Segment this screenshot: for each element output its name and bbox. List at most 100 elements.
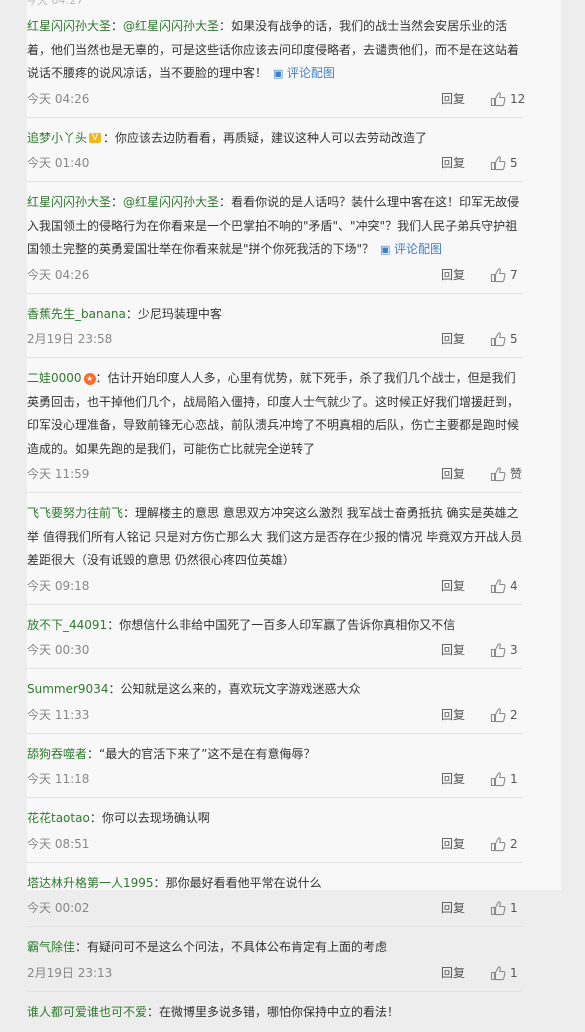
mention-link[interactable]: @红星闪闪孙大圣 xyxy=(123,195,219,209)
comment-meta: 今天 11:59回复赞 xyxy=(27,464,523,484)
thumbs-up-icon[interactable] xyxy=(490,578,506,594)
comment-item: 塔达林升格第一人1995：那你最好看看他平常在说什么今天 00:02回复1 xyxy=(27,863,523,928)
reply-button[interactable]: 回复 xyxy=(441,769,465,789)
comment-meta: 今天 00:30回复3 xyxy=(27,640,523,660)
colon-separator: ： xyxy=(90,811,102,825)
comment-username[interactable]: 舔狗吞噬者 xyxy=(27,747,87,761)
comment-username[interactable]: Summer9034 xyxy=(27,682,108,696)
comment-item: Summer9034：公知就是这么来的，喜欢玩文字游戏迷惑大众今天 11:33 回… xyxy=(27,669,523,734)
comment-text: 在微博里多说多错，哪怕你保持中立的看法！ xyxy=(159,1005,399,1019)
thumbs-up-icon[interactable] xyxy=(490,267,506,283)
reply-button[interactable]: 回复 xyxy=(441,265,465,285)
comment-meta: 2月19日 23:13回复1 xyxy=(27,963,523,983)
reply-button[interactable]: 回复 xyxy=(441,834,465,854)
comment-meta: 今天 11:18回复1 xyxy=(27,769,523,789)
thumbs-up-icon[interactable] xyxy=(490,155,506,171)
comment-username[interactable]: 追梦小丫头 xyxy=(27,131,87,145)
colon-separator: ： xyxy=(219,195,231,209)
comment-body: 二娃0000★：估计开始印度人人多，心里有优势，就下死手，杀了我们几个战士，但是… xyxy=(27,367,523,461)
comment-username[interactable]: 花花taotao xyxy=(27,811,90,825)
view-picture-label: 评论配图 xyxy=(287,66,335,80)
comment-text: 你应该去边防看看，再质疑，建议这种人可以去劳动改造了 xyxy=(115,131,427,145)
picture-icon: ▣ xyxy=(380,243,394,256)
comment-item: 花花taotao：你可以去现场确认啊今天 08:51回复2 xyxy=(27,798,523,863)
thumbs-up-icon[interactable] xyxy=(490,900,506,916)
comment-item: 舔狗吞噬者：“最大的官活下来了”这不是在有意侮辱？今天 11:18回复1 xyxy=(27,734,523,799)
like-count: 4 xyxy=(510,576,538,596)
reply-button[interactable]: 回复 xyxy=(441,640,465,660)
colon-separator: ： xyxy=(75,940,87,954)
comment-time: 2月19日 23:58 xyxy=(27,329,112,349)
comment-body: 飞飞要努力往前飞：理解楼主的意思 意思双方冲突这么激烈 我军战士奋勇抵抗 确实是… xyxy=(27,502,523,573)
comment-list: 红星闪闪孙大圣：@红星闪闪孙大圣：如果没有战争的话，我们的战士当然会安居乐业的活… xyxy=(27,6,523,1032)
comment-username[interactable]: 香蕉先生_banana xyxy=(27,307,126,321)
view-picture-link[interactable]: ▣ 评论配图 xyxy=(273,66,335,80)
comment-username[interactable]: 塔达林升格第一人1995 xyxy=(27,876,154,890)
colon-separator: ： xyxy=(103,131,115,145)
thumbs-up-icon[interactable] xyxy=(490,965,506,981)
colon-separator: ： xyxy=(111,195,123,209)
reply-button[interactable]: 回复 xyxy=(441,576,465,596)
thumbs-up-icon[interactable] xyxy=(490,466,506,482)
comment-item: 霸气除佳：有疑问可不是这么个问法，不具体公布肯定有上面的考虑 2月19日 23:1… xyxy=(27,927,523,992)
comment-body: 霸气除佳：有疑问可不是这么个问法，不具体公布肯定有上面的考虑 xyxy=(27,936,523,960)
comment-item: 谁人都可爱谁也可不爱：在微博里多说多错，哪怕你保持中立的看法！ xyxy=(27,992,523,1032)
colon-separator: ： xyxy=(126,307,138,321)
comment-username[interactable]: 飞飞要努力往前飞 xyxy=(27,506,123,520)
comment-username[interactable]: 谁人都可爱谁也可不爱 xyxy=(27,1005,147,1019)
comment-body: Summer9034：公知就是这么来的，喜欢玩文字游戏迷惑大众 xyxy=(27,678,523,702)
comment-meta: 今天 04:26回复12 xyxy=(27,89,523,109)
comment-username[interactable]: 霸气除佳 xyxy=(27,940,75,954)
comment-body: 塔达林升格第一人1995：那你最好看看他平常在说什么 xyxy=(27,872,523,896)
colon-separator: ： xyxy=(111,19,123,33)
thumbs-up-icon[interactable] xyxy=(490,707,506,723)
reply-button[interactable]: 回复 xyxy=(441,898,465,918)
comment-text: 有疑问可不是这么个问法，不具体公布肯定有上面的考虑 xyxy=(87,940,387,954)
comment-time: 今天 00:02 xyxy=(27,898,89,918)
thumbs-up-icon[interactable] xyxy=(490,642,506,658)
like-count: 5 xyxy=(510,153,538,173)
comment-text: 那你最好看看他平常在说什么 xyxy=(166,876,322,890)
thumbs-up-icon[interactable] xyxy=(490,91,506,107)
comment-time: 今天 08:51 xyxy=(27,834,89,854)
comment-username[interactable]: 红星闪闪孙大圣 xyxy=(27,195,111,209)
thumbs-up-icon[interactable] xyxy=(490,771,506,787)
reply-button[interactable]: 回复 xyxy=(441,153,465,173)
comment-username[interactable]: 二娃0000 xyxy=(27,371,82,385)
mention-link[interactable]: @红星闪闪孙大圣 xyxy=(123,19,219,33)
reply-button[interactable]: 回复 xyxy=(441,89,465,109)
view-picture-link[interactable]: ▣ 评论配图 xyxy=(380,242,442,256)
comment-body: 舔狗吞噬者：“最大的官活下来了”这不是在有意侮辱？ xyxy=(27,743,523,767)
comment-text: “最大的官活下来了”这不是在有意侮辱？ xyxy=(99,747,315,761)
reply-button[interactable]: 回复 xyxy=(441,963,465,983)
comment-time: 今天 09:18 xyxy=(27,576,89,596)
like-count: 5 xyxy=(510,329,538,349)
comment-item: 红星闪闪孙大圣：@红星闪闪孙大圣：如果没有战争的话，我们的战士当然会安居乐业的活… xyxy=(27,6,523,118)
like-count: 2 xyxy=(510,834,538,854)
thumbs-up-icon[interactable] xyxy=(490,331,506,347)
like-count: 12 xyxy=(510,89,538,109)
comment-item: 香蕉先生_banana：少尼玛装理中客2月19日 23:58回复5 xyxy=(27,294,523,359)
comment-time: 今天 00:30 xyxy=(27,640,89,660)
comment-meta: 今天 08:51回复2 xyxy=(27,834,523,854)
colon-separator: ： xyxy=(123,506,135,520)
comment-meta: 今天 01:40回复5 xyxy=(27,153,523,173)
reply-button[interactable]: 回复 xyxy=(441,464,465,484)
like-count: 赞 xyxy=(510,464,538,484)
comment-meta: 今天 11:33回复2 xyxy=(27,705,523,725)
comment-username[interactable]: 红星闪闪孙大圣 xyxy=(27,19,111,33)
comment-text: 少尼玛装理中客 xyxy=(138,307,222,321)
view-picture-label: 评论配图 xyxy=(394,242,442,256)
comment-body: 红星闪闪孙大圣：@红星闪闪孙大圣：如果没有战争的话，我们的战士当然会安居乐业的活… xyxy=(27,15,523,86)
thumbs-up-icon[interactable] xyxy=(490,836,506,852)
comment-time: 2月19日 23:13 xyxy=(27,963,112,983)
reply-button[interactable]: 回复 xyxy=(441,329,465,349)
comment-text: 你可以去现场确认啊 xyxy=(102,811,210,825)
comment-item: 追梦小丫头V：你应该去边防看看，再质疑，建议这种人可以去劳动改造了今天 01:4… xyxy=(27,118,523,183)
like-count: 3 xyxy=(510,640,538,660)
comment-username[interactable]: 放不下_44091 xyxy=(27,618,107,632)
comment-time: 今天 11:33 xyxy=(27,705,89,725)
reply-button[interactable]: 回复 xyxy=(441,705,465,725)
comment-text: 你想信什么非给中国死了一百多人印军赢了告诉你真相你又不信 xyxy=(119,618,455,632)
like-count: 1 xyxy=(510,963,538,983)
